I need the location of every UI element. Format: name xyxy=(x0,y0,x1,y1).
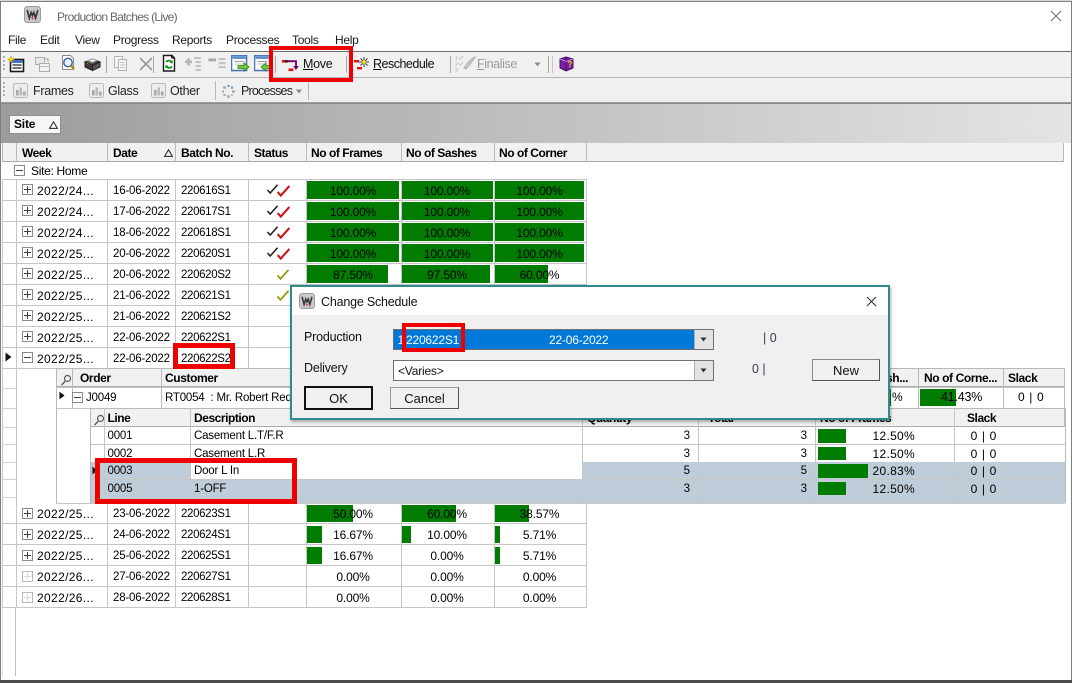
svg-text:?: ? xyxy=(568,60,573,69)
svg-text:3: 3 xyxy=(455,68,458,73)
